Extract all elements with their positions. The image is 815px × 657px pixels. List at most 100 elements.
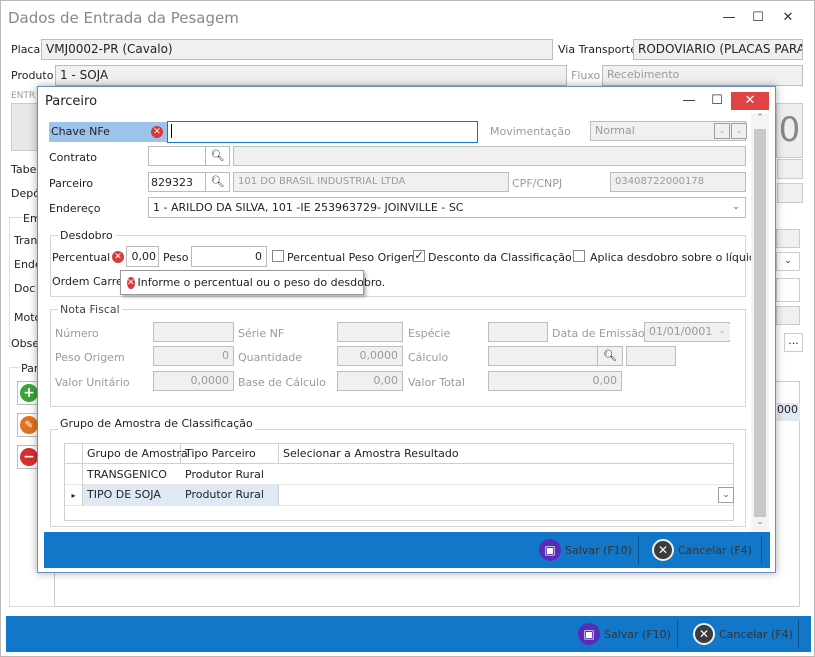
- chevron-down-icon[interactable]: ⌄: [714, 123, 730, 139]
- valor-unitario-field: 0,0000: [153, 371, 234, 391]
- table-row[interactable]: ▸ TIPO DE SOJA Produtor Rural ⌄: [65, 485, 734, 506]
- main-footer-bar: [6, 616, 811, 652]
- close-icon: ✕: [744, 93, 756, 108]
- desdobro-title: Desdobro: [58, 229, 115, 242]
- aplica-desdobro-checkbox[interactable]: [573, 250, 585, 262]
- cancel-icon: ✕: [693, 623, 715, 645]
- main-save-button[interactable]: ▣ Salvar (F10): [578, 620, 671, 648]
- scrollbar-thumb[interactable]: [754, 129, 766, 517]
- base-calculo-label: Base de Cálculo: [238, 376, 326, 389]
- serie-nf-field: [337, 322, 403, 342]
- deposito-label: Depó: [11, 187, 40, 200]
- main-cancel-button[interactable]: ✕ Cancelar (F4): [693, 620, 793, 648]
- numero-label: Número: [55, 327, 99, 340]
- endereco-select[interactable]: 1 - ARILDO DA SILVA, 101 -IE 253963729- …: [148, 197, 746, 218]
- close-icon[interactable]: ✕: [776, 8, 800, 28]
- maximize-button[interactable]: ☐: [746, 8, 770, 28]
- dialog-save-button[interactable]: ▣ Salvar (F10): [539, 536, 632, 564]
- chave-nfe-input[interactable]: [167, 121, 478, 143]
- peso-origem-label: Peso Origem: [55, 351, 125, 364]
- dialog-close-button[interactable]: ✕: [731, 92, 769, 110]
- percentual-input[interactable]: 0,00: [126, 246, 159, 267]
- valor-total-field: 0,00: [488, 371, 622, 391]
- search-icon: 🔍︎: [603, 349, 617, 362]
- dialog-minimize-button[interactable]: —: [677, 91, 701, 111]
- calculo-label: Cálculo: [408, 351, 449, 364]
- produto-field[interactable]: 1 - SOJA: [55, 65, 567, 86]
- calculo-description: [626, 346, 676, 366]
- entrada-label: ENTR: [11, 91, 36, 101]
- via-transporte-field[interactable]: RODOVIARIO (PLACAS PARA: [633, 39, 803, 60]
- text-cursor: [171, 124, 172, 138]
- main-save-label: Salvar (F10): [604, 627, 671, 641]
- table-row[interactable]: TRANSGENICO Produtor Rural: [65, 464, 733, 485]
- placa-label: Placa: [11, 43, 41, 56]
- base-calculo-field: 0,00: [337, 371, 403, 391]
- peso-input[interactable]: 0: [191, 246, 267, 267]
- chevron-down-icon[interactable]: ⌄: [728, 200, 744, 216]
- percentual-label: Percentual: [52, 251, 111, 264]
- peso-label: Peso: [163, 251, 189, 264]
- weight-display: 0: [776, 103, 803, 158]
- column-header[interactable]: Selecionar a Amostra Resultado: [279, 444, 579, 464]
- search-icon: 🔍︎: [210, 175, 225, 188]
- table-cell[interactable]: Produtor Rural: [181, 485, 279, 506]
- error-icon: ✕: [112, 251, 124, 263]
- quantidade-label: Quantidade: [238, 351, 303, 364]
- moto-field[interactable]: [776, 306, 800, 325]
- percentual-peso-origem-checkbox[interactable]: [272, 250, 284, 262]
- aplica-desdobro-label: Aplica desdobro sobre o líquido: [590, 251, 763, 264]
- minimize-button[interactable]: —: [717, 8, 741, 28]
- chave-nfe-label: Chave NFe: [49, 122, 167, 142]
- minus-icon: −: [20, 448, 38, 466]
- calculo-search-button[interactable]: 🔍︎: [597, 346, 623, 366]
- trans-field[interactable]: [776, 229, 800, 248]
- contrato-search-button[interactable]: 🔍︎: [205, 146, 230, 166]
- error-icon: ✕: [151, 126, 163, 138]
- search-icon: 🔍︎: [210, 149, 225, 162]
- movimentacao-label: Movimentação: [490, 125, 571, 138]
- desconto-classificacao-label: Desconto da Classificação: [428, 251, 572, 264]
- fluxo-label: Fluxo: [571, 69, 601, 82]
- deposito-field[interactable]: [777, 183, 803, 203]
- chevron-up-icon[interactable]: ⌃: [751, 113, 769, 127]
- table-cell[interactable]: [279, 465, 579, 471]
- table-cell[interactable]: TRANSGENICO: [83, 465, 181, 484]
- calculo-field: [488, 346, 598, 366]
- table-cell[interactable]: Produtor Rural: [181, 465, 279, 484]
- contrato-description: [233, 146, 746, 166]
- window-title: Dados de Entrada da Pesagem: [8, 9, 239, 27]
- parceiro-name-field: 101 DO BRASIL INDUSTRIAL LTDA: [233, 172, 509, 192]
- doc-field[interactable]: [776, 278, 800, 302]
- contrato-label: Contrato: [49, 151, 98, 164]
- dialog-maximize-button[interactable]: ☐: [705, 91, 729, 111]
- chevron-down-icon[interactable]: ⌄: [718, 487, 734, 503]
- chevron-down-icon[interactable]: ⌄: [751, 517, 769, 531]
- endereco-label: Endereço: [49, 202, 101, 215]
- contrato-input[interactable]: [148, 146, 206, 166]
- peso-origem-field: 0: [153, 346, 234, 366]
- vertical-scrollbar[interactable]: ⌃ ⌄: [751, 113, 769, 531]
- placa-field[interactable]: VMJ0002-PR (Cavalo): [41, 39, 553, 60]
- parceiro-code-input[interactable]: 829323: [148, 172, 206, 192]
- desconto-classificacao-checkbox[interactable]: ✓: [413, 250, 425, 262]
- column-header[interactable]: Tipo Parceiro: [181, 444, 279, 464]
- data-emissao-label: Data de Emissão: [552, 327, 645, 340]
- ellipsis-button[interactable]: ...: [784, 333, 803, 352]
- parceiro-search-button[interactable]: 🔍︎: [205, 172, 230, 192]
- table-header: Grupo de Amostra Tipo Parceiro Seleciona…: [65, 444, 733, 464]
- column-header[interactable]: Grupo de Amostra: [83, 444, 188, 464]
- grid-cell-value: 000: [777, 403, 800, 421]
- chave-nfe-label-text: Chave NFe: [51, 125, 110, 138]
- chevron-down-icon[interactable]: ⌄: [731, 123, 747, 139]
- amostra-resultado-select[interactable]: [279, 485, 733, 506]
- valor-total-label: Valor Total: [408, 376, 465, 389]
- floppy-icon: ▣: [578, 623, 600, 645]
- table-cell[interactable]: TIPO DE SOJA: [83, 485, 181, 506]
- dialog-cancel-button[interactable]: ✕ Cancelar (F4): [652, 536, 752, 564]
- ende-dropdown[interactable]: ⌄: [776, 252, 800, 271]
- especie-label: Espécie: [408, 327, 451, 340]
- tabela-field[interactable]: [777, 159, 803, 179]
- percentual-peso-origem-label: Percentual Peso Origem: [287, 251, 419, 264]
- fluxo-field[interactable]: Recebimento: [602, 65, 803, 86]
